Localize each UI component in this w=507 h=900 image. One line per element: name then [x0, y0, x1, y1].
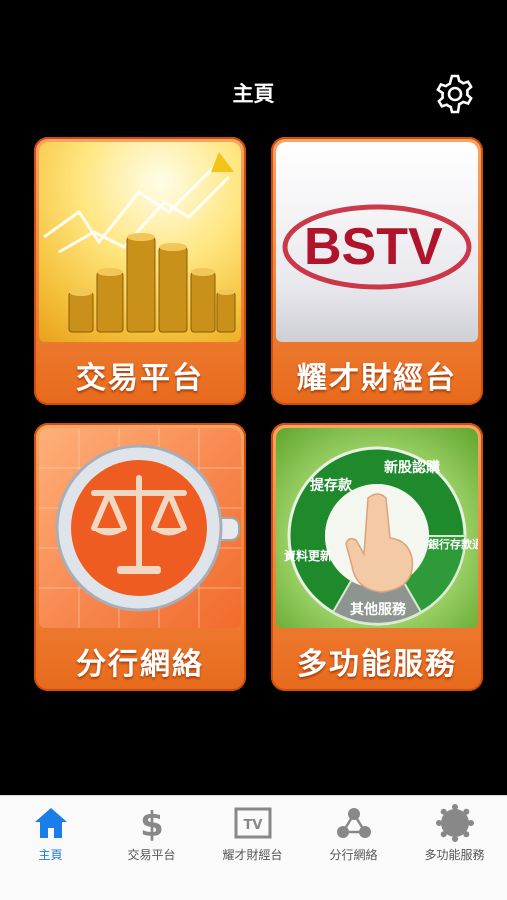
- home-icon: [32, 804, 70, 842]
- svg-text:TV: TV: [243, 818, 262, 833]
- gear-icon[interactable]: [433, 72, 477, 116]
- tab-label: 主頁: [38, 848, 63, 862]
- svg-text:銀行存款通知: 銀行存款通知: [428, 537, 478, 551]
- svg-text:其他服務: 其他服務: [350, 601, 407, 618]
- scales-image: [39, 428, 241, 628]
- tab-bstv[interactable]: TV 耀才財經台: [202, 796, 303, 900]
- tile-label: 耀才財經台: [297, 361, 457, 396]
- coins-chart-image: [39, 142, 241, 342]
- tab-label: 多功能服務: [424, 848, 485, 862]
- dollar-icon: $: [133, 804, 171, 845]
- network-icon: [335, 804, 373, 842]
- bstv-logo: BSTV: [276, 142, 478, 342]
- tab-trading-platform[interactable]: $ 交易平台: [101, 796, 202, 900]
- tile-label: 分行網絡: [76, 647, 204, 682]
- header: 主頁: [0, 0, 507, 130]
- tab-multi-service[interactable]: 多功能服務: [404, 796, 505, 900]
- tile-branch-network[interactable]: 分行網絡: [34, 423, 246, 691]
- tab-label: 交易平台: [127, 848, 176, 862]
- tab-label: 分行網絡: [329, 848, 378, 862]
- tile-label: 多功能服務: [297, 647, 457, 682]
- tile-bstv[interactable]: BSTV 耀才財經台: [271, 137, 483, 405]
- svg-text:$: $: [140, 805, 164, 842]
- service-wheel-image: 提存款 新股認購 銀行存款通知 其他服務 資料更新: [276, 428, 478, 628]
- tile-trading-platform[interactable]: 交易平台: [34, 137, 246, 405]
- svg-text:提存款: 提存款: [310, 477, 353, 494]
- tab-bar: 主頁 $ 交易平台 TV 耀才財經台 分行網絡 多功能服務: [0, 795, 507, 900]
- svg-text:新股認購: 新股認購: [384, 459, 440, 476]
- gear-badge-icon: [435, 804, 474, 842]
- svg-text:BSTV: BSTV: [304, 218, 443, 276]
- tile-label: 交易平台: [76, 361, 204, 396]
- tv-icon: TV: [234, 804, 272, 842]
- tab-home[interactable]: 主頁: [0, 796, 101, 900]
- tab-label: 耀才財經台: [222, 848, 283, 862]
- svg-text:資料更新: 資料更新: [284, 548, 332, 563]
- tab-branch-network[interactable]: 分行網絡: [303, 796, 404, 900]
- page-title: 主頁: [232, 82, 275, 106]
- tile-multi-service[interactable]: 提存款 新股認購 銀行存款通知 其他服務 資料更新 多功能服務: [271, 423, 483, 691]
